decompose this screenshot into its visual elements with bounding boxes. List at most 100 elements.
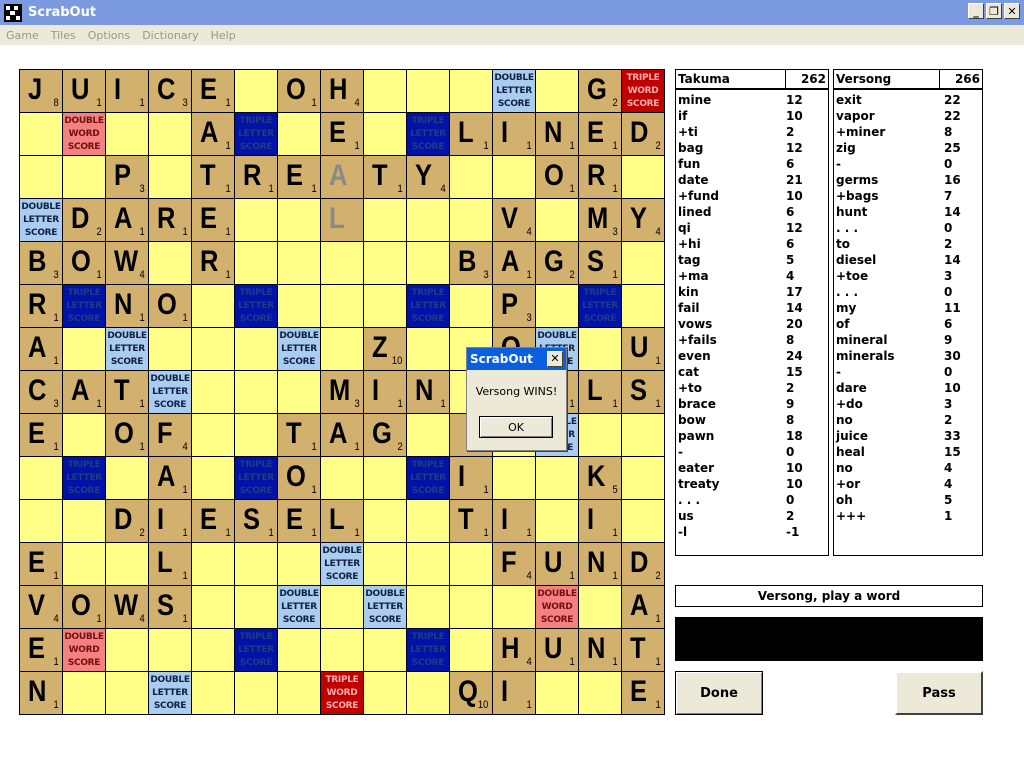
placed-tile[interactable]: G2 <box>579 70 622 113</box>
empty-square[interactable] <box>63 328 106 371</box>
empty-square[interactable] <box>450 543 493 586</box>
placed-tile[interactable]: O1 <box>278 457 321 500</box>
empty-square[interactable] <box>450 285 493 328</box>
placed-tile[interactable]: S1 <box>579 242 622 285</box>
empty-square[interactable] <box>364 457 407 500</box>
placed-tile[interactable]: J8 <box>20 70 63 113</box>
placed-tile[interactable]: F4 <box>149 414 192 457</box>
placed-tile[interactable]: K5 <box>579 457 622 500</box>
placed-tile[interactable]: L1 <box>450 113 493 156</box>
empty-square[interactable] <box>192 586 235 629</box>
empty-square[interactable] <box>235 371 278 414</box>
empty-square[interactable] <box>149 242 192 285</box>
empty-square[interactable] <box>579 328 622 371</box>
empty-square[interactable] <box>235 414 278 457</box>
empty-square[interactable] <box>493 156 536 199</box>
premium-square-tl[interactable]: TRIPLE LETTER SCORE <box>579 285 622 328</box>
empty-square[interactable] <box>192 629 235 672</box>
menu-tiles[interactable]: Tiles <box>45 29 82 42</box>
empty-square[interactable] <box>321 285 364 328</box>
empty-square[interactable] <box>63 543 106 586</box>
placed-tile[interactable]: T1 <box>106 371 149 414</box>
empty-square[interactable] <box>407 543 450 586</box>
empty-square[interactable] <box>192 328 235 371</box>
placed-tile[interactable]: O1 <box>63 586 106 629</box>
placed-tile[interactable]: Y4 <box>407 156 450 199</box>
empty-square[interactable] <box>364 285 407 328</box>
empty-square[interactable] <box>106 543 149 586</box>
placed-tile[interactable]: U1 <box>536 629 579 672</box>
empty-square[interactable] <box>278 113 321 156</box>
empty-square[interactable] <box>149 328 192 371</box>
premium-square-dw[interactable]: DOUBLE WORD SCORE <box>536 586 579 629</box>
placed-tile[interactable]: E1 <box>20 414 63 457</box>
placed-tile[interactable]: I1 <box>149 500 192 543</box>
premium-square-dl[interactable]: DOUBLELETTERSCORE <box>278 586 321 629</box>
placed-tile[interactable]: V4 <box>20 586 63 629</box>
placed-tile[interactable]: E1 <box>192 500 235 543</box>
empty-square[interactable] <box>278 199 321 242</box>
empty-square[interactable] <box>20 500 63 543</box>
placed-tile[interactable]: O1 <box>278 70 321 113</box>
menu-dictionary[interactable]: Dictionary <box>136 29 204 42</box>
dialog-ok-button[interactable]: OK <box>479 416 553 438</box>
placed-tile[interactable]: M3 <box>321 371 364 414</box>
placed-tile[interactable]: N1 <box>536 113 579 156</box>
placed-tile[interactable]: U1 <box>63 70 106 113</box>
placed-tile[interactable]: A1 <box>63 371 106 414</box>
empty-square[interactable] <box>106 113 149 156</box>
empty-square[interactable] <box>536 457 579 500</box>
menu-game[interactable]: Game <box>0 29 45 42</box>
empty-square[interactable] <box>321 457 364 500</box>
placed-tile[interactable]: N1 <box>106 285 149 328</box>
empty-square[interactable] <box>192 371 235 414</box>
placed-tile[interactable]: L1 <box>321 500 364 543</box>
placed-tile[interactable]: I1 <box>493 500 536 543</box>
placed-tile[interactable]: S1 <box>149 586 192 629</box>
placed-tile[interactable]: R1 <box>235 156 278 199</box>
placed-tile[interactable]: R1 <box>192 242 235 285</box>
placed-tile[interactable]: E1 <box>20 629 63 672</box>
pending-tile[interactable]: L <box>321 199 364 242</box>
menu-options[interactable]: Options <box>82 29 136 42</box>
empty-square[interactable] <box>63 414 106 457</box>
empty-square[interactable] <box>192 672 235 715</box>
placed-tile[interactable]: A1 <box>106 199 149 242</box>
empty-square[interactable] <box>450 629 493 672</box>
empty-square[interactable] <box>450 586 493 629</box>
empty-square[interactable] <box>536 285 579 328</box>
empty-square[interactable] <box>321 629 364 672</box>
empty-square[interactable] <box>536 70 579 113</box>
empty-square[interactable] <box>149 629 192 672</box>
tile-rack[interactable] <box>675 617 983 661</box>
placed-tile[interactable]: W4 <box>106 242 149 285</box>
empty-square[interactable] <box>235 672 278 715</box>
premium-square-tl[interactable]: TRIPLE LETTER SCORE <box>63 285 106 328</box>
empty-square[interactable] <box>278 285 321 328</box>
premium-square-tl[interactable]: TRIPLE LETTER SCORE <box>235 457 278 500</box>
placed-tile[interactable]: E1 <box>192 199 235 242</box>
placed-tile[interactable]: L1 <box>149 543 192 586</box>
empty-square[interactable] <box>364 629 407 672</box>
placed-tile[interactable]: O1 <box>149 285 192 328</box>
empty-square[interactable] <box>278 672 321 715</box>
placed-tile[interactable]: T1 <box>278 414 321 457</box>
empty-square[interactable] <box>20 457 63 500</box>
placed-tile[interactable]: I1 <box>106 70 149 113</box>
empty-square[interactable] <box>364 500 407 543</box>
empty-square[interactable] <box>106 629 149 672</box>
dialog-close-button[interactable]: ✕ <box>547 351 563 367</box>
placed-tile[interactable]: T1 <box>192 156 235 199</box>
placed-tile[interactable]: S1 <box>235 500 278 543</box>
empty-square[interactable] <box>579 586 622 629</box>
placed-tile[interactable]: O1 <box>63 242 106 285</box>
restore-button[interactable]: ❐ <box>986 3 1002 19</box>
premium-square-tw[interactable]: TRIPLE WORD SCORE <box>321 672 364 715</box>
placed-tile[interactable]: R1 <box>20 285 63 328</box>
placed-tile[interactable]: D2 <box>622 113 665 156</box>
placed-tile[interactable]: S1 <box>622 371 665 414</box>
placed-tile[interactable]: M3 <box>579 199 622 242</box>
placed-tile[interactable]: N1 <box>579 543 622 586</box>
placed-tile[interactable]: D2 <box>106 500 149 543</box>
placed-tile[interactable]: I1 <box>493 113 536 156</box>
